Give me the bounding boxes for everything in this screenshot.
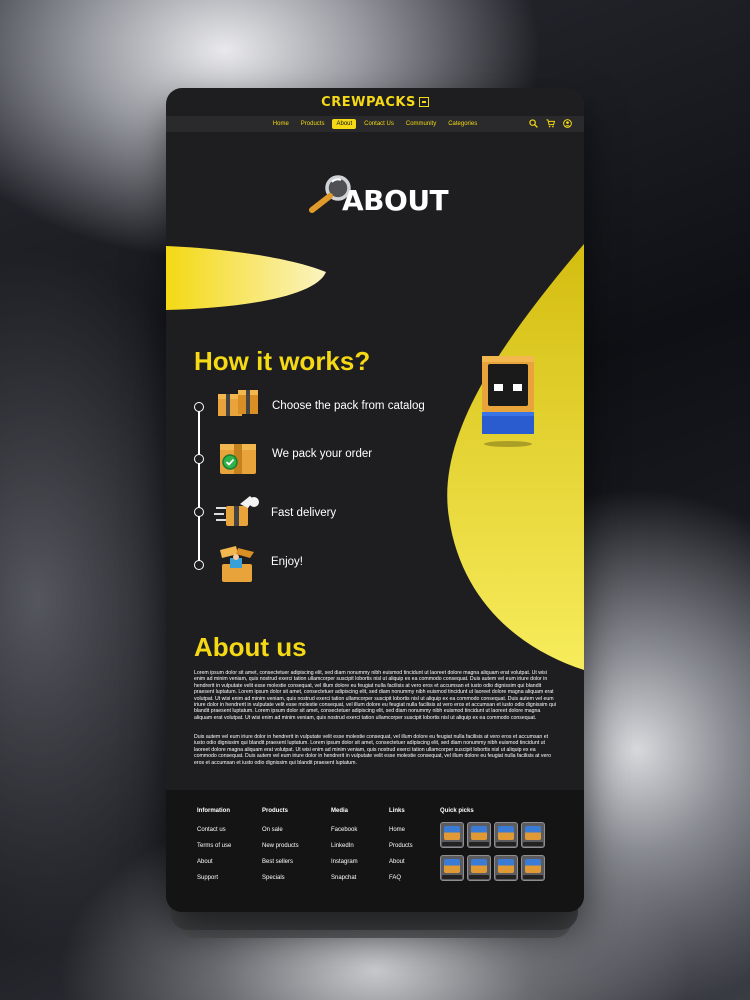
step-label: Fast delivery <box>271 507 337 519</box>
footer-link[interactable]: Instagram <box>331 859 358 875</box>
nav-about[interactable]: About <box>332 119 357 129</box>
about-us-title: About us <box>194 632 307 662</box>
footer-link[interactable]: Support <box>197 875 231 891</box>
nav-home[interactable]: Home <box>269 119 293 129</box>
footer-link[interactable]: Best sellers <box>262 859 299 875</box>
quick-pick-thumbnail[interactable] <box>521 822 545 848</box>
footer-link[interactable]: LinkedIn <box>331 843 358 859</box>
box-icon <box>218 390 258 416</box>
quick-pick-thumbnail[interactable] <box>467 855 491 881</box>
timeline-dot <box>194 560 204 570</box>
quick-picks-grid <box>440 822 545 881</box>
how-it-works-title: How it works? <box>194 346 371 376</box>
footer-heading: Quick picks <box>440 808 474 814</box>
footer-col-products: Products On sale New products Best selle… <box>262 808 299 891</box>
quick-pick-thumbnail[interactable] <box>494 855 518 881</box>
search-icon[interactable] <box>529 119 538 128</box>
footer-heading: Links <box>389 808 405 814</box>
footer-link[interactable]: Snapchat <box>331 875 358 891</box>
quick-pick-thumbnail[interactable] <box>440 855 464 881</box>
footer-link[interactable]: FAQ <box>389 875 413 891</box>
timeline-dot <box>194 507 204 517</box>
footer-link[interactable]: Contact us <box>197 827 231 843</box>
about-paragraph-1: Lorem ipsum dolor sit amet, consectetuer… <box>194 670 556 721</box>
timeline-dot <box>194 402 204 412</box>
nav-categories[interactable]: Categories <box>444 119 481 129</box>
footer-link[interactable]: About <box>389 859 413 875</box>
footer-link[interactable]: New products <box>262 843 299 859</box>
logo-box-icon <box>418 97 429 107</box>
quick-pick-thumbnail[interactable] <box>467 822 491 848</box>
account-icon[interactable] <box>563 119 572 128</box>
footer-heading: Media <box>331 808 349 814</box>
footer-heading: Information <box>197 808 230 814</box>
nav-community[interactable]: Community <box>402 119 440 129</box>
footer-col-media: Media Facebook LinkedIn Instagram Snapch… <box>331 808 358 891</box>
footer-heading: Products <box>262 808 289 814</box>
quick-pick-thumbnail[interactable] <box>440 822 464 848</box>
packed-box-check-icon <box>220 444 256 474</box>
fast-delivery-icon <box>214 496 259 526</box>
step-label: Choose the pack from catalog <box>272 400 425 412</box>
footer-link[interactable]: On sale <box>262 827 299 843</box>
steps-timeline <box>198 408 200 566</box>
website-mockup: CREWPACKS Home Products About Contact Us… <box>166 88 584 912</box>
mascot-box-robot <box>482 356 534 447</box>
page-title: ABOUT <box>342 184 449 217</box>
quick-pick-thumbnail[interactable] <box>521 855 545 881</box>
brand-name: CREWPACKS <box>321 94 416 110</box>
footer-link[interactable]: Facebook <box>331 827 358 843</box>
footer-link[interactable]: Specials <box>262 875 299 891</box>
timeline-dot <box>194 454 204 464</box>
footer: Information Contact us Terms of use Abou… <box>166 790 584 912</box>
nav-contact[interactable]: Contact Us <box>360 119 398 129</box>
step-label: We pack your order <box>272 448 373 460</box>
cart-icon[interactable] <box>546 119 555 128</box>
footer-link[interactable]: Home <box>389 827 413 843</box>
unboxing-icon <box>220 546 254 582</box>
header: CREWPACKS <box>166 88 584 116</box>
footer-col-links: Links Home Products About FAQ <box>389 808 413 891</box>
footer-col-information: Information Contact us Terms of use Abou… <box>197 808 231 891</box>
footer-link[interactable]: Products <box>389 843 413 859</box>
quick-pick-thumbnail[interactable] <box>494 822 518 848</box>
brand-logo[interactable]: CREWPACKS <box>321 95 429 110</box>
about-paragraph-2: Duis autem vel eum iriure dolor in hendr… <box>194 734 551 766</box>
step-label: Enjoy! <box>271 556 303 568</box>
nav-products[interactable]: Products <box>297 119 329 129</box>
main-nav: Home Products About Contact Us Community… <box>166 116 584 132</box>
footer-link[interactable]: About <box>197 859 231 875</box>
footer-link[interactable]: Terms of use <box>197 843 231 859</box>
